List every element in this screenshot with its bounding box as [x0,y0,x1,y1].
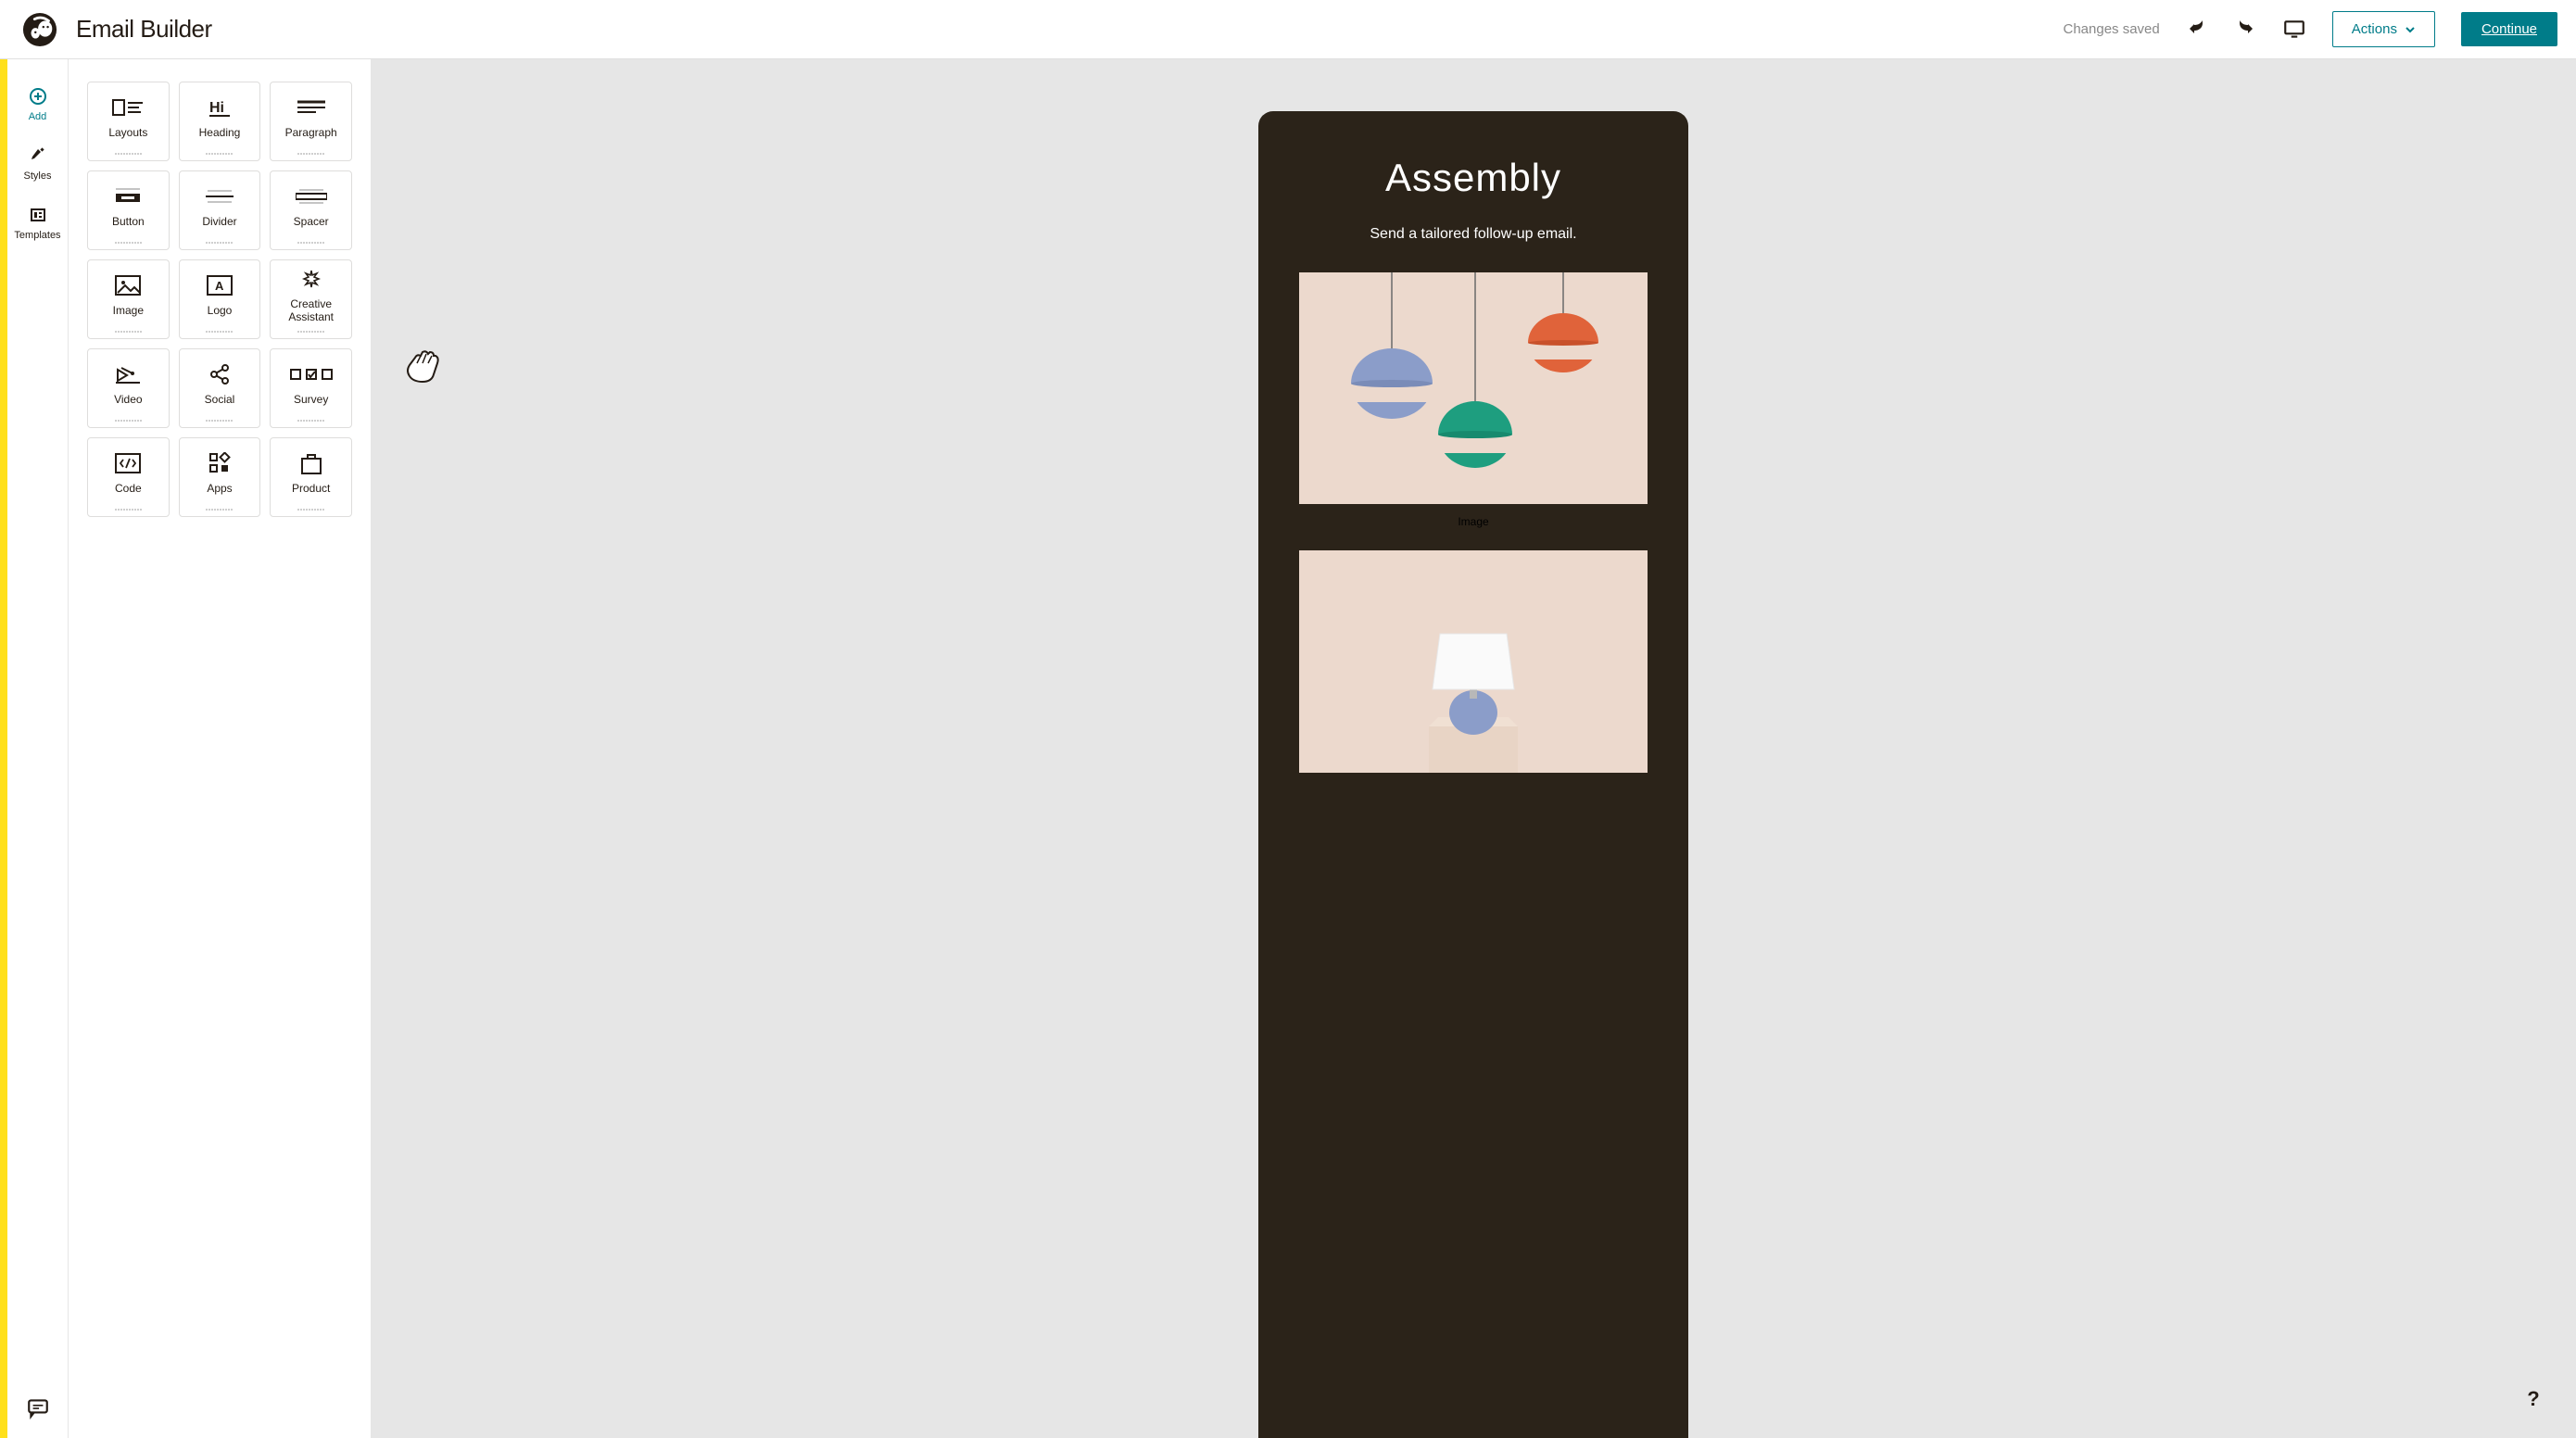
block-label: Logo [208,304,233,317]
drag-handle-icon [297,242,324,244]
svg-text:Hi: Hi [209,100,224,116]
block-code[interactable]: Code [87,437,170,517]
block-label: Layouts [108,126,147,139]
block-label: Heading [199,126,241,139]
drag-handle-icon [297,509,324,511]
actions-label: Actions [2352,21,2397,37]
block-label: Social [205,393,235,406]
image-icon [114,272,142,298]
save-status: Changes saved [2064,21,2160,37]
block-button[interactable]: Button [87,170,170,250]
block-label: Code [115,482,142,495]
rail-styles[interactable]: Styles [7,135,68,195]
rail-templates[interactable]: Templates [7,195,68,254]
block-label: Product [292,482,330,495]
help-button[interactable]: ? [2517,1382,2550,1416]
rail-add[interactable]: Add [7,76,68,135]
add-icon [29,87,47,106]
block-label: Survey [294,393,328,406]
rail-styles-label: Styles [24,170,52,182]
preview-device-button[interactable] [2282,18,2306,42]
block-label: Button [112,215,145,228]
redo-button[interactable] [2234,19,2256,41]
drag-handle-icon [115,242,142,244]
apps-icon [208,450,231,476]
email-title: Assembly [1258,156,1688,200]
block-survey[interactable]: Survey [270,348,352,428]
rail-add-label: Add [29,111,47,122]
canvas[interactable]: Assembly Send a tailored follow-up email… [371,59,2576,1438]
block-creative[interactable]: Creative Assistant [270,259,352,339]
drag-handle-icon [115,509,142,511]
rail-templates-label: Templates [14,230,60,241]
social-icon [208,361,231,387]
block-label: Spacer [294,215,329,228]
email-preview[interactable]: Assembly Send a tailored follow-up email… [1258,111,1688,1438]
block-heading[interactable]: Hi Heading [179,82,261,161]
block-spacer[interactable]: Spacer [270,170,352,250]
drag-handle-icon [206,509,233,511]
survey-icon [290,361,333,387]
block-product[interactable]: Product [270,437,352,517]
email-image-1[interactable] [1299,272,1648,504]
block-logo[interactable]: A Logo [179,259,261,339]
drag-handle-icon [115,153,142,155]
app-header: Email Builder Changes saved Actions Cont… [0,0,2576,59]
email-image-2[interactable] [1299,550,1648,773]
block-label: Divider [202,215,236,228]
left-rail: Add Styles Templates [7,59,69,1438]
video-icon [114,361,142,387]
chevron-down-icon [2405,24,2416,35]
block-layouts[interactable]: Layouts [87,82,170,161]
drag-handle-icon [297,153,324,155]
drag-handle-icon [297,420,324,422]
block-label: Paragraph [285,126,337,139]
divider-icon [206,183,234,209]
templates-icon [29,206,47,224]
cursor-hand-icon [400,345,445,390]
drag-handle-icon [115,331,142,333]
block-label: Creative Assistant [288,297,334,324]
brand-strip [0,59,7,1438]
code-icon [114,450,142,476]
undo-button[interactable] [2186,19,2208,41]
logo-icon: A [206,272,234,298]
block-label: Apps [207,482,232,495]
block-label: Video [114,393,142,406]
block-label: Image [113,304,144,317]
image-caption: Image [1258,515,1688,539]
styles-icon [29,146,47,165]
drag-handle-icon [115,420,142,422]
continue-button[interactable]: Continue [2461,12,2557,46]
actions-dropdown[interactable]: Actions [2332,11,2435,47]
page-title: Email Builder [76,15,212,44]
button-icon [112,183,144,209]
drag-handle-icon [206,153,233,155]
spacer-icon [296,183,327,209]
mailchimp-logo [22,12,57,47]
creative-icon [300,266,322,292]
svg-text:A: A [215,279,224,293]
block-paragraph[interactable]: Paragraph [270,82,352,161]
block-divider[interactable]: Divider [179,170,261,250]
layouts-icon [111,95,145,120]
block-apps[interactable]: Apps [179,437,261,517]
drag-handle-icon [206,242,233,244]
product-icon [299,450,323,476]
drag-handle-icon [206,331,233,333]
paragraph-icon [297,95,325,120]
feedback-button[interactable] [26,1395,50,1419]
drag-handle-icon [297,331,324,333]
block-image[interactable]: Image [87,259,170,339]
block-social[interactable]: Social [179,348,261,428]
blocks-panel: Layouts Hi Heading Paragraph Button Divider Sp… [69,59,371,1438]
block-video[interactable]: Video [87,348,170,428]
drag-handle-icon [206,420,233,422]
heading-icon: Hi [206,95,234,120]
email-subtitle: Send a tailored follow-up email. [1258,226,1688,243]
